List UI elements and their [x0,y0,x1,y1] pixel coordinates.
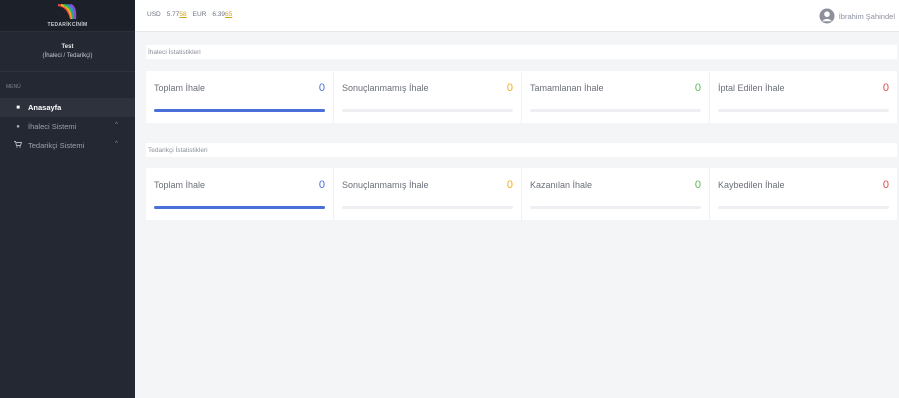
stat-label: Toplam İhale [154,83,206,93]
stat-lost-tenders: Kaybedilen İhale 0 [710,168,897,220]
cart-icon [14,141,23,150]
sidebar-item-home[interactable]: ■ Anasayfa [0,98,135,117]
stat-won-tenders: Kazanılan İhale 0 [522,168,710,220]
stat-total-tenders: Toplam İhale 0 [146,168,334,220]
supplier-stats-card: Toplam İhale 0 Sonuçlanmamış İhale 0 Kaz… [146,168,897,220]
stat-cancelled-tenders: İptal Edilen İhale 0 [710,71,897,123]
stat-value: 0 [694,179,701,191]
stat-label: İptal Edilen İhale [718,83,785,93]
progress-fill [154,109,325,112]
stat-label: Sonuçlanmamış İhale [342,83,429,93]
stat-completed-tenders: Tamamlanan İhale 0 [522,71,710,123]
brand-logo-area[interactable]: TEDARİKCİNİM [0,0,135,32]
usd-rate: 5.7758 [166,11,187,18]
stat-label: Sonuçlanmamış İhale [342,180,429,190]
stat-value: 0 [506,179,513,191]
eur-label: EUR [192,11,207,18]
top-bar: USD 5.7758 EUR 6.3965 İbrahim Şahindel [135,0,899,32]
menu-label: MENÜ [6,84,21,90]
sidebar-item-label: Anasayfa [28,103,62,112]
tender-stats-title: İhaleci İstatistikleri [146,45,897,59]
user-avatar-icon [819,8,835,24]
sidebar-item-tender-system[interactable]: ● İhaleci Sistemi ^ [0,117,135,136]
sidebar-item-label: Tedarikçi Sistemi [28,141,85,150]
usd-label: USD [147,11,161,18]
stat-pending-tenders: Sonuçlanmamış İhale 0 [334,71,522,123]
progress-fill [154,206,325,209]
stat-value: 0 [318,82,325,94]
user-name: İbrahim Şahindel [838,11,895,21]
stat-value: 0 [506,82,513,94]
stat-value: 0 [882,179,889,191]
user-profile-box: Test (İhaleci / Tedarikçi) [0,32,135,72]
progress-track [154,206,325,209]
progress-track [342,206,513,209]
progress-track [154,109,325,112]
stat-value: 0 [694,82,701,94]
progress-track [718,109,889,112]
eur-rate: 6.3965 [212,11,233,18]
tender-stats-card: Toplam İhale 0 Sonuçlanmamış İhale 0 Tam… [146,71,897,123]
profile-name: Test [61,44,74,50]
stat-total-tenders: Toplam İhale 0 [146,71,334,123]
profile-role: (İhaleci / Tedarikçi) [42,53,93,59]
brand-name: TEDARİKCİNİM [47,22,88,28]
progress-track [342,109,513,112]
home-icon: ■ [16,104,20,111]
stat-value: 0 [318,179,325,191]
progress-track [530,206,701,209]
progress-track [530,109,701,112]
progress-track [718,206,889,209]
stat-value: 0 [882,82,889,94]
sidebar-item-supplier-system[interactable]: Tedarikçi Sistemi ^ [0,136,135,155]
stat-label: Kazanılan İhale [530,180,593,190]
globe-icon: ● [16,123,20,130]
chevron-up-icon: ^ [115,141,118,147]
currency-rates: USD 5.7758 EUR 6.3965 [147,11,232,18]
brand-logo-icon [57,3,76,20]
user-menu[interactable]: İbrahim Şahindel [819,8,895,24]
stat-label: Kaybedilen İhale [718,180,785,190]
stat-label: Tamamlanan İhale [530,83,604,93]
stat-label: Toplam İhale [154,180,206,190]
chevron-up-icon: ^ [115,122,118,128]
sidebar: TEDARİKCİNİM Test (İhaleci / Tedarikçi) … [0,0,135,398]
sidebar-item-label: İhaleci Sistemi [28,122,77,131]
stat-pending-tenders: Sonuçlanmamış İhale 0 [334,168,522,220]
supplier-stats-title: Tedarikçi İstatistikleri [146,143,897,157]
